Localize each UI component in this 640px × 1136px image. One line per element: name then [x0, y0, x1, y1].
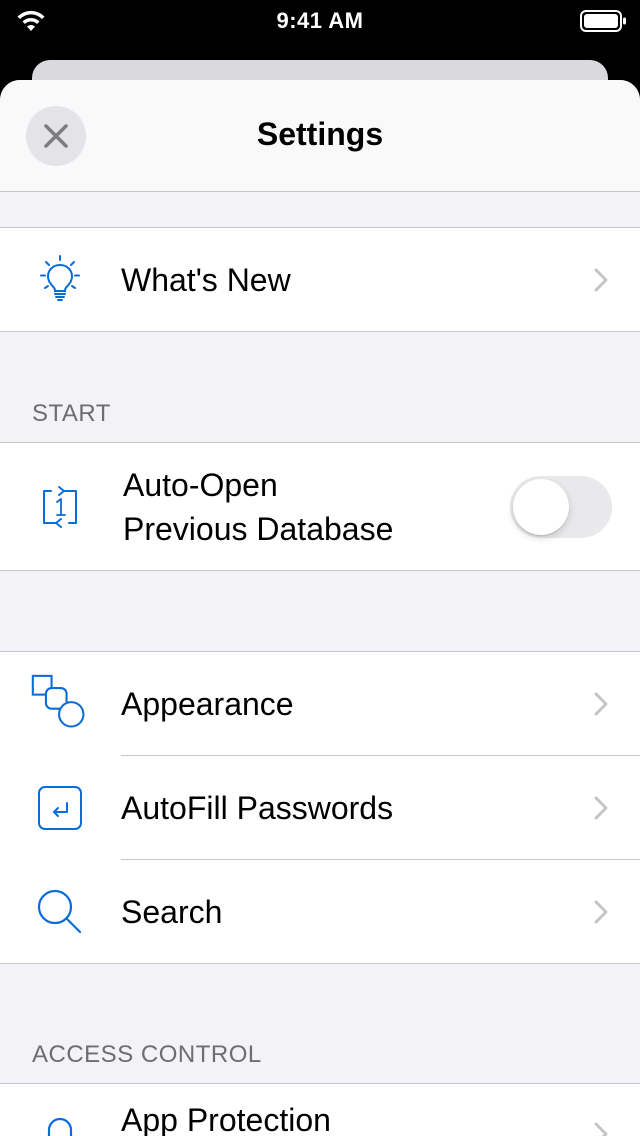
- toggle-knob: [513, 478, 569, 535]
- search-row[interactable]: Search: [0, 860, 640, 963]
- search-label: Search: [121, 893, 223, 930]
- navigation-bar: Settings: [0, 80, 640, 192]
- shapes-icon: [30, 674, 90, 734]
- chevron-right-icon: [594, 796, 608, 819]
- appearance-label: Appearance: [121, 685, 294, 722]
- search-icon: [30, 882, 90, 942]
- status-time: 9:41 AM: [276, 8, 364, 33]
- start-group: Auto-Open Previous Database: [0, 442, 640, 571]
- autofill-row[interactable]: AutoFill Passwords: [0, 756, 640, 859]
- auto-open-label-line1: Auto-Open: [123, 466, 278, 503]
- app-protection-label: App Protection: [121, 1102, 331, 1136]
- access-control-group: App Protection: [0, 1083, 640, 1136]
- settings-sheet: Settings What's New START Auto-Open Prev…: [0, 80, 640, 1136]
- auto-open-icon: [30, 477, 90, 537]
- lock-icon: [30, 1112, 90, 1136]
- chevron-right-icon: [594, 900, 608, 923]
- status-bar: 9:41 AM: [0, 0, 640, 40]
- chevron-right-icon: [594, 1122, 608, 1136]
- whats-new-label: What's New: [121, 261, 291, 298]
- section-header-start: START: [32, 400, 111, 427]
- auto-open-label-line2: Previous Database: [123, 510, 394, 547]
- appearance-row[interactable]: Appearance: [0, 652, 640, 755]
- general-group: Appearance AutoFill Passwords Search: [0, 651, 640, 964]
- auto-open-label: Auto-Open Previous Database: [123, 463, 393, 551]
- autofill-label: AutoFill Passwords: [121, 789, 394, 826]
- chevron-right-icon: [594, 268, 608, 291]
- autofill-icon: [30, 778, 90, 838]
- whats-new-row[interactable]: What's New: [0, 228, 640, 331]
- auto-open-toggle[interactable]: [510, 475, 612, 538]
- lightbulb-icon: [30, 250, 90, 310]
- section-header-access-control: ACCESS CONTROL: [32, 1041, 262, 1068]
- battery-icon: [580, 10, 626, 32]
- whats-new-group: What's New: [0, 227, 640, 332]
- chevron-right-icon: [594, 692, 608, 715]
- app-protection-row[interactable]: App Protection: [0, 1084, 640, 1136]
- auto-open-row: Auto-Open Previous Database: [0, 443, 640, 570]
- page-title: Settings: [256, 116, 384, 152]
